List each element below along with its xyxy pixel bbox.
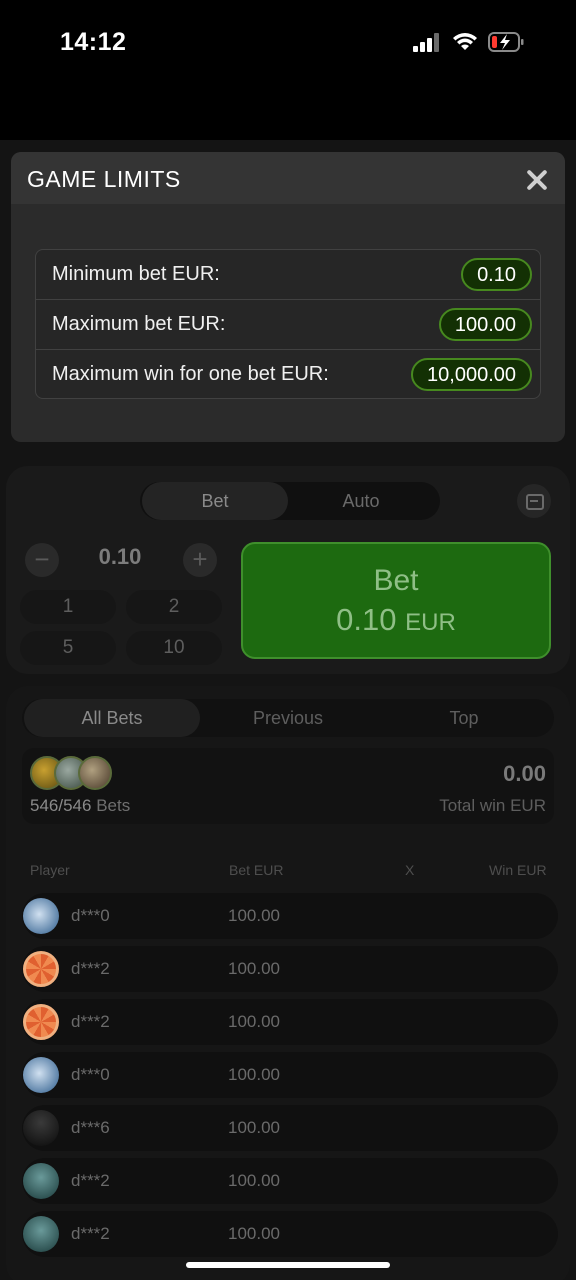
- bet-amount: 100.00: [228, 1065, 280, 1084]
- home-indicator[interactable]: [186, 1262, 390, 1268]
- avatar-stack: [30, 756, 120, 792]
- table-row: d***0 100.00: [22, 893, 558, 939]
- place-bet-button[interactable]: Bet 0.10 EUR: [241, 542, 551, 659]
- player-name: d***2: [71, 1171, 110, 1190]
- avatar: [78, 756, 112, 790]
- total-win-label: Total win EUR: [439, 796, 546, 815]
- limit-value: 0.10: [461, 258, 532, 291]
- bets-count-value: 546/546: [30, 796, 92, 815]
- limits-table: Minimum bet EUR: 0.10 Maximum bet EUR: 1…: [35, 249, 541, 399]
- bet-button-label: Bet: [373, 564, 419, 597]
- limit-label: Maximum win for one bet EUR:: [52, 363, 329, 385]
- table-row: d***6 100.00: [22, 1105, 558, 1151]
- player-name: d***2: [71, 1012, 110, 1031]
- bets-list-tabs: All Bets Previous Top: [22, 699, 554, 737]
- bet-amount: 100.00: [228, 906, 280, 925]
- column-bet: Bet EUR: [229, 862, 284, 878]
- total-win-value: 0.00: [503, 761, 546, 786]
- column-multiplier: X: [405, 862, 415, 878]
- tab-all-bets[interactable]: All Bets: [24, 699, 200, 737]
- wifi-icon: [453, 33, 477, 50]
- modal-header: GAME LIMITS: [11, 152, 565, 204]
- player-name: d***2: [71, 1224, 110, 1243]
- status-time: 14:12: [60, 28, 127, 56]
- table-row: d***0 100.00: [22, 1052, 558, 1098]
- game-limits-modal: GAME LIMITS Minimum bet EUR: 0.10 Maximu…: [11, 152, 565, 442]
- bet-amount: 100.00: [228, 1171, 280, 1190]
- citrus-avatar: [23, 951, 59, 987]
- status-bar: 14:12: [0, 0, 576, 90]
- quick-amount-5[interactable]: 5: [20, 631, 116, 665]
- collapse-panel-icon[interactable]: [517, 484, 551, 518]
- player-name: d***6: [71, 1118, 110, 1137]
- bets-count: 546/546 Bets: [30, 796, 130, 816]
- limit-value: 100.00: [438, 308, 532, 341]
- tab-auto[interactable]: Auto: [288, 482, 434, 520]
- bet-button-currency: EUR: [405, 609, 456, 636]
- bet-amount-input[interactable]: 0.10: [70, 544, 170, 570]
- bet-amount: 100.00: [228, 959, 280, 978]
- limit-row-min-bet: Minimum bet EUR: 0.10: [36, 250, 540, 300]
- decrease-bet-button[interactable]: −: [25, 543, 59, 577]
- citrus-avatar: [23, 1004, 59, 1040]
- tab-previous[interactable]: Previous: [200, 699, 376, 737]
- bet-amount: 100.00: [228, 1118, 280, 1137]
- table-row: d***2 100.00: [22, 1211, 558, 1257]
- limit-row-max-bet: Maximum bet EUR: 100.00: [36, 299, 540, 349]
- table-row: d***2 100.00: [22, 1158, 558, 1204]
- diver-avatar: [23, 1216, 59, 1252]
- quick-amount-10[interactable]: 10: [126, 631, 222, 665]
- limit-value: 10,000.00: [411, 358, 532, 391]
- bet-button-amount-line: 0.10 EUR: [243, 602, 549, 638]
- bet-mode-tabs: Bet Auto: [140, 482, 440, 520]
- player-name: d***2: [71, 959, 110, 978]
- signal-icon: [413, 33, 443, 52]
- battery-charging-icon: [488, 32, 524, 52]
- player-name: d***0: [71, 1065, 110, 1084]
- limit-label: Maximum bet EUR:: [52, 313, 226, 335]
- quick-amount-2[interactable]: 2: [126, 590, 222, 624]
- column-player: Player: [30, 862, 70, 878]
- shadow-avatar: [23, 1110, 59, 1146]
- tab-top[interactable]: Top: [376, 699, 552, 737]
- table-row: d***2 100.00: [22, 999, 558, 1045]
- plane-avatar: [23, 1057, 59, 1093]
- limit-label: Minimum bet EUR:: [52, 263, 220, 285]
- close-icon[interactable]: [525, 168, 549, 192]
- diver-avatar: [23, 1163, 59, 1199]
- bets-count-label: Bets: [96, 796, 131, 815]
- increase-bet-button[interactable]: +: [183, 543, 217, 577]
- bet-amount: 100.00: [228, 1012, 280, 1031]
- plane-avatar: [23, 898, 59, 934]
- quick-amount-1[interactable]: 1: [20, 590, 116, 624]
- table-row: d***2 100.00: [22, 946, 558, 992]
- limit-row-max-win: Maximum win for one bet EUR: 10,000.00: [36, 349, 540, 399]
- modal-title: GAME LIMITS: [27, 166, 181, 192]
- bet-button-amount: 0.10: [336, 602, 397, 637]
- tab-bet[interactable]: Bet: [142, 482, 288, 520]
- bet-amount: 100.00: [228, 1224, 280, 1243]
- player-name: d***0: [71, 906, 110, 925]
- column-win: Win EUR: [489, 862, 547, 878]
